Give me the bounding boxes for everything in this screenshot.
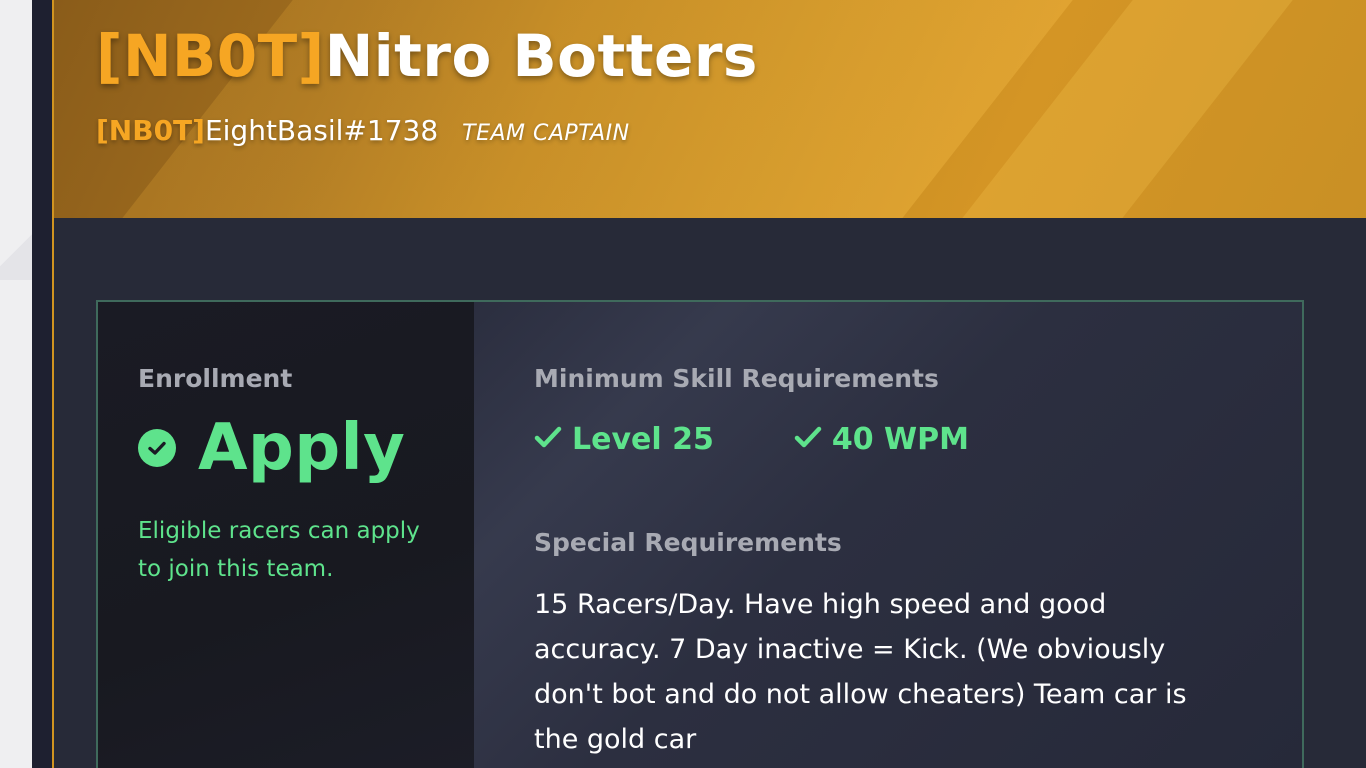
frame-edge xyxy=(32,0,54,768)
captain-username[interactable]: EightBasil#1738 xyxy=(205,114,438,147)
team-tag: [NB0T] xyxy=(96,22,325,90)
skill-requirements: Level 25 40 WPM xyxy=(534,422,969,457)
captain-tag: [NB0T] xyxy=(96,114,205,147)
check-icon xyxy=(794,422,822,457)
requirement-level-label: Level 25 xyxy=(572,422,714,457)
team-name: Nitro Botters xyxy=(324,22,758,90)
enrollment-label: Enrollment xyxy=(138,364,293,393)
gutter-decoration xyxy=(0,220,32,280)
requirements-section: Minimum Skill Requirements Level 25 40 W… xyxy=(474,302,1302,768)
special-requirements-label: Special Requirements xyxy=(534,528,842,557)
apply-status[interactable]: Apply xyxy=(138,408,405,488)
page-gutter xyxy=(0,0,32,768)
minimum-requirements-label: Minimum Skill Requirements xyxy=(534,364,939,393)
requirement-level: Level 25 xyxy=(534,422,714,457)
team-header: [NB0T]Nitro Botters [NB0T]EightBasil#173… xyxy=(54,0,1366,218)
team-title: [NB0T]Nitro Botters xyxy=(96,22,758,90)
special-requirements-text: 15 Racers/Day. Have high speed and good … xyxy=(534,589,1187,755)
apply-status-label: Apply xyxy=(198,411,406,485)
captain-role: TEAM CAPTAIN xyxy=(462,121,630,146)
requirement-wpm: 40 WPM xyxy=(794,422,969,457)
enrollment-section: Enrollment Apply Eligible racers can app… xyxy=(98,302,474,768)
enrollment-description: Eligible racers can apply to join this t… xyxy=(138,518,420,582)
check-icon xyxy=(534,422,562,457)
captain-line: [NB0T]EightBasil#1738 TEAM CAPTAIN xyxy=(96,114,630,147)
requirement-wpm-label: 40 WPM xyxy=(831,422,969,457)
check-circle-icon xyxy=(138,429,176,467)
team-info-panel: Enrollment Apply Eligible racers can app… xyxy=(96,300,1304,768)
